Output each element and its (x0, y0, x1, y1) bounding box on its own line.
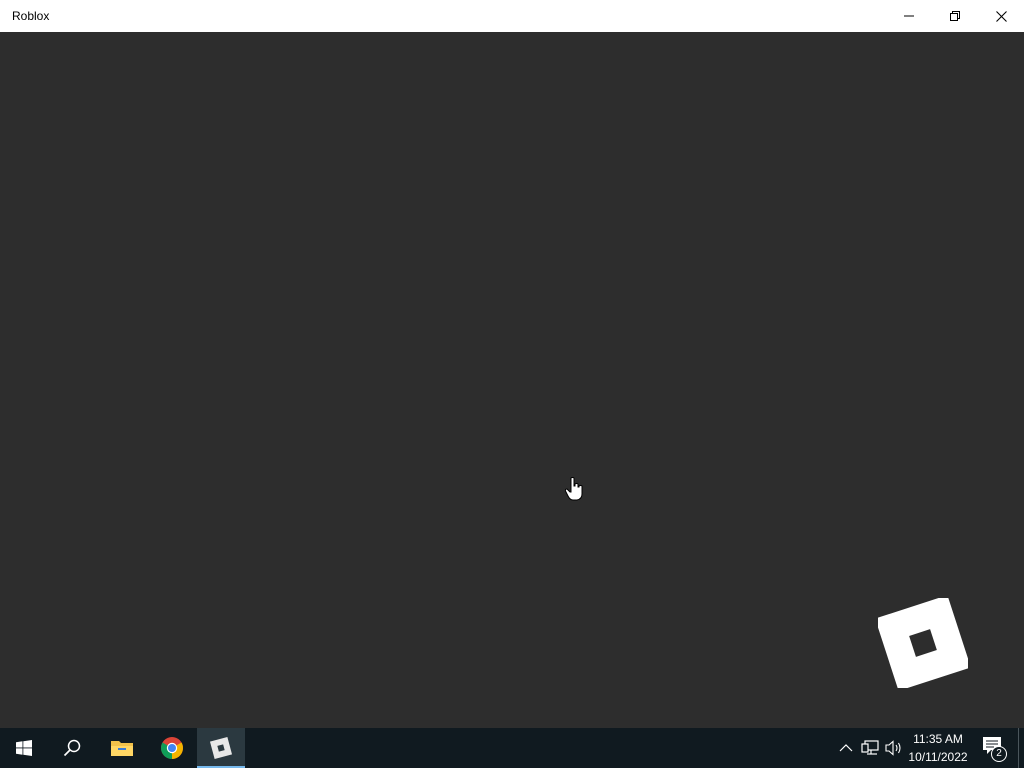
restore-icon (950, 11, 960, 21)
window-title: Roblox (12, 9, 50, 23)
title-bar[interactable]: Roblox (0, 0, 1024, 32)
minimize-icon (904, 15, 914, 17)
start-button[interactable] (0, 728, 48, 768)
clock-time: 11:35 AM (913, 732, 963, 746)
clock[interactable]: 11:35 AM 10/11/2022 (904, 730, 972, 766)
action-center-button[interactable]: 2 (978, 734, 1010, 762)
close-button[interactable] (978, 0, 1024, 32)
file-explorer-button[interactable] (98, 728, 146, 768)
restore-button[interactable] (932, 0, 978, 32)
chrome-icon (161, 737, 183, 759)
roblox-window: Roblox (0, 0, 1024, 728)
taskbar: 11:35 AM 10/11/2022 2 (0, 728, 1024, 768)
network-button[interactable] (860, 738, 880, 758)
game-content-area[interactable] (0, 32, 1024, 728)
roblox-logo (878, 598, 968, 688)
chevron-up-icon (839, 744, 853, 752)
network-icon (861, 740, 879, 755)
clock-date: 10/11/2022 (908, 750, 968, 764)
show-desktop-button[interactable] (1018, 728, 1024, 768)
hand-cursor-icon (565, 477, 583, 501)
minimize-button[interactable] (886, 0, 932, 32)
volume-button[interactable] (884, 738, 904, 758)
roblox-icon (209, 736, 233, 760)
show-hidden-icons-button[interactable] (836, 738, 856, 758)
folder-icon (111, 741, 133, 756)
roblox-taskbar-button[interactable] (197, 728, 245, 768)
windows-icon (16, 740, 32, 756)
notification-count-badge: 2 (991, 746, 1007, 762)
volume-icon (885, 740, 901, 756)
close-icon (995, 10, 1007, 22)
chrome-button[interactable] (148, 728, 196, 768)
search-button[interactable] (48, 728, 96, 768)
search-icon (63, 739, 81, 757)
